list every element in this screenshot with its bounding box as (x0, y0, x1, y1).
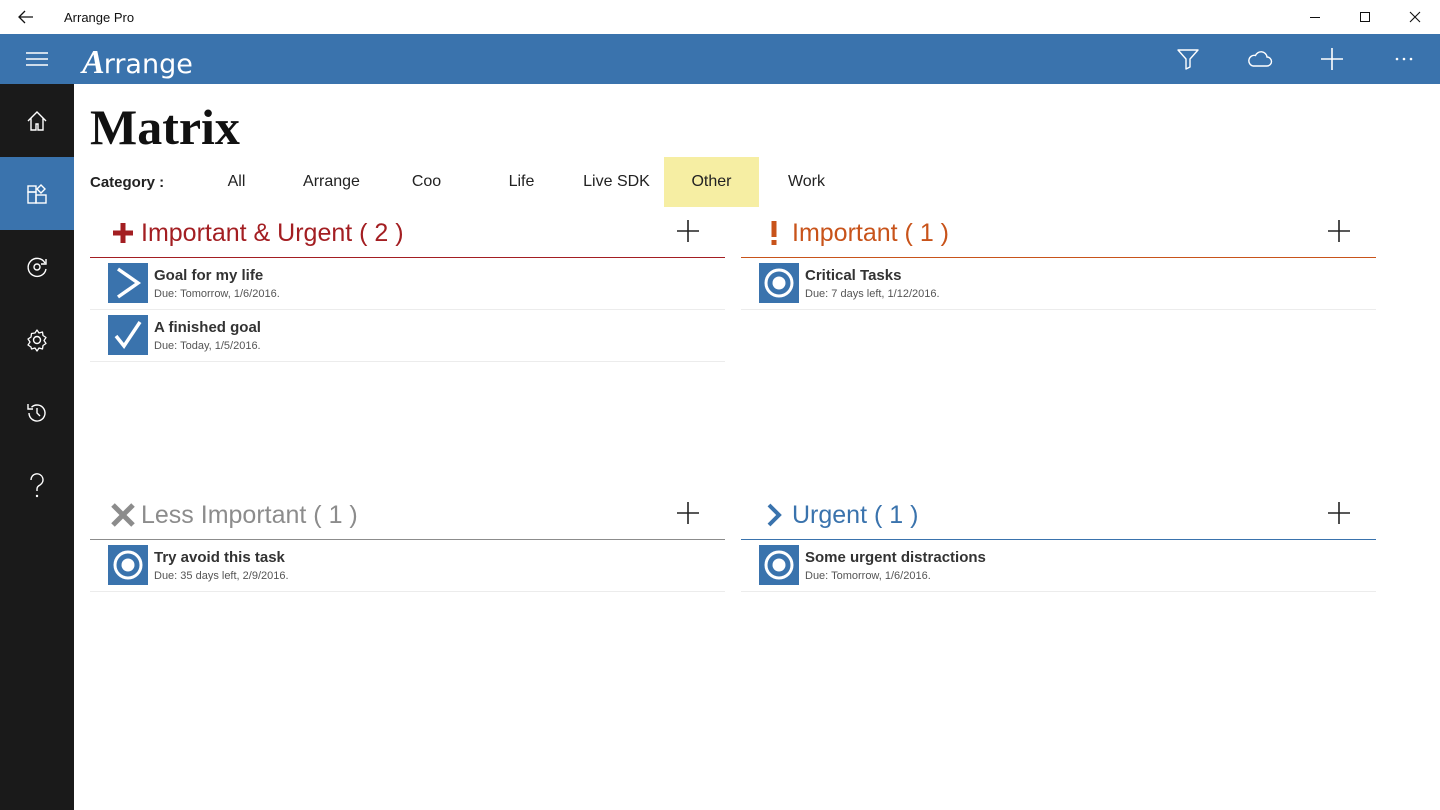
quadrant-header: Important & Urgent ( 2 ) (90, 214, 725, 258)
task-row[interactable]: Try avoid this task Due: 35 days left, 2… (90, 540, 725, 592)
quadrant-less-important: Less Important ( 1 ) Try avoid this task… (90, 496, 725, 592)
task-row[interactable]: Some urgent distractions Due: Tomorrow, … (741, 540, 1376, 592)
nav-goals[interactable] (0, 230, 74, 303)
quadrant-header: Important ( 1 ) (741, 214, 1376, 258)
quadrant-urgent: Urgent ( 1 ) Some urgent distractions Du… (741, 496, 1376, 592)
plus-icon (110, 218, 136, 248)
filter-icon (1177, 49, 1199, 70)
nav-home[interactable] (0, 84, 74, 157)
app-logo: Arrange (82, 40, 193, 80)
target-refresh-icon (27, 257, 47, 277)
category-tab-work[interactable]: Work (759, 157, 854, 207)
more-button[interactable] (1368, 34, 1440, 84)
task-name: Some urgent distractions (805, 549, 986, 566)
app-bar: Arrange (0, 34, 1440, 84)
task-due: Due: Today, 1/5/2016. (154, 340, 261, 352)
task-name: Try avoid this task (154, 549, 285, 566)
category-tab-life[interactable]: Life (474, 157, 569, 207)
history-icon (27, 403, 46, 422)
task-row[interactable]: Critical Tasks Due: 7 days left, 1/12/20… (741, 258, 1376, 310)
target-icon (759, 545, 799, 585)
minimize-icon (1310, 17, 1320, 18)
maximize-icon (1360, 12, 1370, 22)
task-name: Goal for my life (154, 267, 264, 284)
back-button[interactable] (0, 0, 52, 34)
checkmark-icon (108, 315, 148, 355)
title-bar: Arrange Pro (0, 0, 1440, 34)
home-icon (27, 110, 47, 131)
sidebar (0, 84, 74, 810)
quadrant-important-urgent: Important & Urgent ( 2 ) Goal for my lif… (90, 214, 725, 362)
target-icon (759, 263, 799, 303)
sync-button[interactable] (1224, 34, 1296, 84)
task-due: Due: Tomorrow, 1/6/2016. (154, 288, 280, 300)
quadrant-title: Urgent ( 1 ) (792, 501, 919, 529)
matrix-icon (27, 183, 47, 204)
category-label: Category : (90, 173, 165, 191)
add-task-button[interactable] (1324, 498, 1354, 528)
task-row[interactable]: Goal for my life Due: Tomorrow, 1/6/2016… (90, 258, 725, 310)
cloud-icon (1248, 51, 1273, 67)
category-tab-all[interactable]: All (189, 157, 284, 207)
back-arrow-icon (18, 10, 33, 24)
hamburger-menu-button[interactable] (0, 34, 74, 84)
nav-matrix[interactable] (0, 157, 74, 230)
page-title: Matrix (90, 99, 240, 155)
category-tab-coo[interactable]: Coo (379, 157, 474, 207)
task-name: A finished goal (154, 319, 261, 336)
maximize-button[interactable] (1340, 0, 1390, 34)
more-icon (1395, 57, 1413, 61)
task-due: Due: 7 days left, 1/12/2016. (805, 288, 940, 300)
gear-icon (27, 328, 47, 352)
window-title: Arrange Pro (64, 9, 135, 25)
category-tab-arrange[interactable]: Arrange (284, 157, 379, 207)
category-tab-live-sdk[interactable]: Live SDK (569, 157, 664, 207)
chevron-right-icon (108, 263, 148, 303)
nav-settings[interactable] (0, 303, 74, 376)
quadrant-header: Urgent ( 1 ) (741, 496, 1376, 540)
quadrant-title: Important & Urgent ( 2 ) (141, 219, 404, 247)
add-icon (1328, 220, 1350, 242)
quadrant-important: Important ( 1 ) Critical Tasks Due: 7 da… (741, 214, 1376, 310)
minimize-button[interactable] (1290, 0, 1340, 34)
nav-history[interactable] (0, 376, 74, 449)
quadrant-header: Less Important ( 1 ) (90, 496, 725, 540)
target-icon (108, 545, 148, 585)
exclamation-icon (761, 218, 787, 248)
quadrant-title: Less Important ( 1 ) (141, 501, 358, 529)
main-content: Matrix Category : All Arrange Coo Life L… (74, 84, 1440, 810)
task-name: Critical Tasks (805, 267, 902, 284)
close-button[interactable] (1390, 0, 1440, 34)
add-task-button[interactable] (673, 498, 703, 528)
hamburger-icon (26, 52, 48, 66)
logo-initial: A (82, 44, 105, 81)
logo-text: rrange (103, 49, 193, 80)
add-icon (677, 220, 699, 242)
category-tab-other[interactable]: Other (664, 157, 759, 207)
task-row[interactable]: A finished goal Due: Today, 1/5/2016. (90, 310, 725, 362)
add-button[interactable] (1296, 34, 1368, 84)
chevron-right-icon (761, 500, 787, 530)
add-task-button[interactable] (673, 216, 703, 246)
category-bar: Category : (90, 157, 184, 207)
filter-button[interactable] (1152, 34, 1224, 84)
nav-help[interactable] (0, 449, 74, 522)
add-icon (1328, 502, 1350, 524)
category-tabs: All Arrange Coo Life Live SDK Other Work (189, 157, 854, 207)
add-task-button[interactable] (1324, 216, 1354, 246)
plus-icon (1321, 48, 1343, 70)
task-due: Due: 35 days left, 2/9/2016. (154, 570, 289, 582)
close-icon (1409, 11, 1421, 23)
task-due: Due: Tomorrow, 1/6/2016. (805, 570, 931, 582)
add-icon (677, 502, 699, 524)
quadrant-title: Important ( 1 ) (792, 219, 949, 247)
x-icon (110, 500, 136, 530)
question-icon (30, 472, 44, 497)
